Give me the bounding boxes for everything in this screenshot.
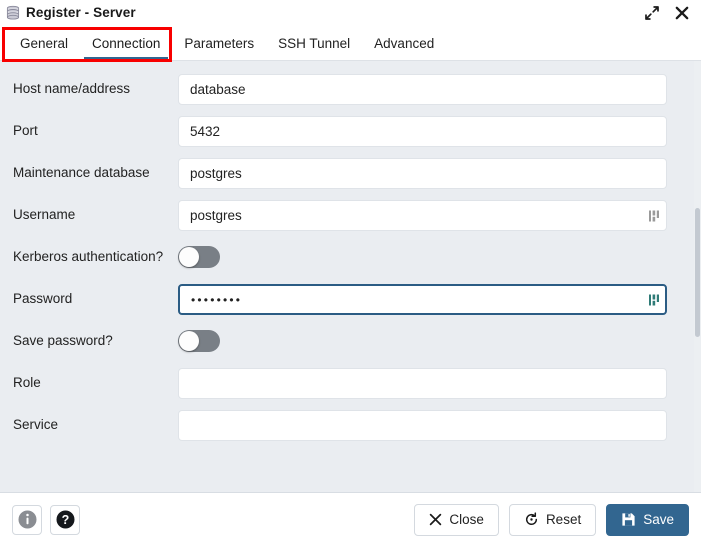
tab-advanced[interactable]: Advanced <box>364 36 444 60</box>
form-row-maintenance-database: Maintenance database postgres <box>0 153 679 195</box>
toggle-knob <box>179 247 199 267</box>
save-password-toggle[interactable] <box>178 330 220 352</box>
tab-advanced-label: Advanced <box>374 36 434 51</box>
floppy-disk-save-icon <box>621 512 636 527</box>
tab-ssh-tunnel[interactable]: SSH Tunnel <box>268 36 360 60</box>
kerberos-authentication-toggle[interactable] <box>178 246 220 268</box>
close-x-icon <box>429 513 442 526</box>
tabs-container: General Connection Parameters SSH Tunnel… <box>0 25 701 61</box>
username-input[interactable]: postgres <box>178 200 667 231</box>
maintenance-database-input[interactable]: postgres <box>178 158 667 189</box>
field-wrap-save-password <box>178 326 679 352</box>
service-input[interactable] <box>178 410 667 441</box>
tab-general-label: General <box>20 36 68 51</box>
field-wrap-password: •••••••• <box>178 284 679 315</box>
label-kerberos: Kerberos authentication? <box>0 242 178 264</box>
password-input-value: •••••••• <box>191 293 242 307</box>
autofill-bars-icon[interactable] <box>649 209 660 222</box>
field-wrap-port: 5432 <box>178 116 679 147</box>
save-button-label: Save <box>643 513 674 527</box>
tab-bar: General Connection Parameters SSH Tunnel… <box>0 25 701 61</box>
close-button-label: Close <box>449 513 484 527</box>
expand-diagonal-icon <box>645 6 659 20</box>
label-password: Password <box>0 284 178 306</box>
form-row-port: Port 5432 <box>0 111 679 153</box>
label-save-password: Save password? <box>0 326 178 348</box>
connection-form: Host name/address database Port 5432 <box>0 61 701 492</box>
field-wrap-service <box>178 410 679 441</box>
toggle-knob <box>179 331 199 351</box>
label-host: Host name/address <box>0 74 178 96</box>
label-port: Port <box>0 116 178 138</box>
role-input[interactable] <box>178 368 667 399</box>
reset-circular-arrow-icon <box>524 512 539 527</box>
tab-connection-label: Connection <box>92 36 160 51</box>
field-wrap-role <box>178 368 679 399</box>
question-circle-icon: ? <box>56 510 75 529</box>
form-row-save-password: Save password? <box>0 321 679 363</box>
username-input-value: postgres <box>190 208 242 223</box>
form-vertical-scrollbar[interactable] <box>694 61 701 492</box>
label-username: Username <box>0 200 178 222</box>
tab-parameters-label: Parameters <box>184 36 254 51</box>
password-input[interactable]: •••••••• <box>178 284 667 315</box>
server-stack-icon <box>5 5 21 21</box>
titlebar-actions <box>644 5 693 21</box>
field-wrap-kerberos <box>178 242 679 268</box>
register-server-dialog: Register - Server General Connection <box>0 0 701 546</box>
port-input-value: 5432 <box>190 124 220 139</box>
scrollbar-thumb[interactable] <box>695 208 700 337</box>
form-row-service: Service <box>0 405 679 447</box>
field-wrap-host: database <box>178 74 679 105</box>
reset-button-label: Reset <box>546 513 581 527</box>
form-row-kerberos: Kerberos authentication? <box>0 237 679 279</box>
dialog-title: Register - Server <box>26 5 136 20</box>
close-button[interactable]: Close <box>414 504 499 536</box>
field-wrap-username: postgres <box>178 200 679 231</box>
autofill-bars-icon[interactable] <box>649 293 660 306</box>
close-dialog-button[interactable] <box>674 5 690 21</box>
save-button[interactable]: Save <box>606 504 689 536</box>
form-row-host: Host name/address database <box>0 69 679 111</box>
tab-ssh-tunnel-label: SSH Tunnel <box>278 36 350 51</box>
info-circle-icon <box>18 510 37 529</box>
field-wrap-maintenance-database: postgres <box>178 158 679 189</box>
port-input[interactable]: 5432 <box>178 116 667 147</box>
footer-actions: Close Reset Save <box>414 504 689 536</box>
form-row-role: Role <box>0 363 679 405</box>
expand-dialog-button[interactable] <box>644 5 660 21</box>
label-service: Service <box>0 410 178 432</box>
info-button[interactable] <box>12 505 42 535</box>
dialog-titlebar: Register - Server <box>0 0 701 25</box>
form-row-password: Password •••••••• <box>0 279 679 321</box>
host-input-value: database <box>190 82 246 97</box>
tab-general[interactable]: General <box>10 36 78 60</box>
tab-parameters[interactable]: Parameters <box>174 36 264 60</box>
form-scroll-area: Host name/address database Port 5432 <box>0 61 701 493</box>
close-x-icon <box>675 6 689 20</box>
maintenance-database-input-value: postgres <box>190 166 242 181</box>
host-input[interactable]: database <box>178 74 667 105</box>
form-row-username: Username postgres <box>0 195 679 237</box>
label-maintenance-database: Maintenance database <box>0 158 178 180</box>
tab-connection[interactable]: Connection <box>82 36 170 60</box>
svg-text:?: ? <box>61 513 69 527</box>
dialog-footer: ? Close Reset <box>0 493 701 546</box>
reset-button[interactable]: Reset <box>509 504 596 536</box>
help-button[interactable]: ? <box>50 505 80 535</box>
label-role: Role <box>0 368 178 390</box>
